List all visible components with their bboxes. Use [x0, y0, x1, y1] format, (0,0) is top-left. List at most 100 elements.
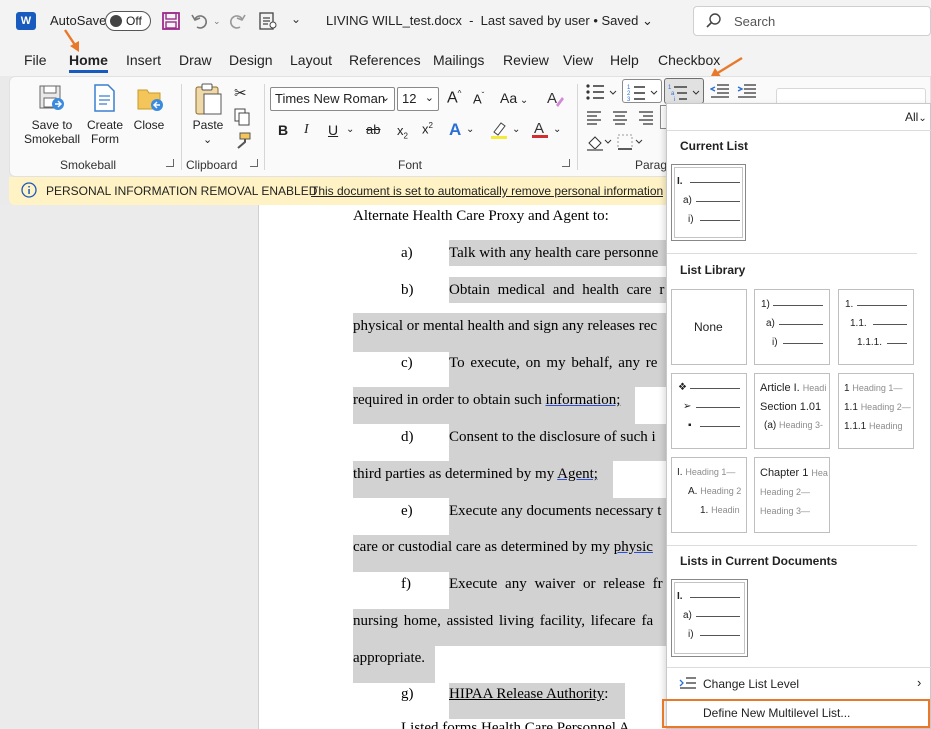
level-2-label: Section 1.01 [760, 401, 822, 413]
quick-access-more-icon[interactable]: ⌄ [291, 12, 301, 26]
list-style-article-section[interactable]: Article I. Headi Section 1.01 (a) Headin… [754, 373, 830, 449]
italic-button[interactable]: I [304, 122, 309, 138]
create-form-button[interactable]: Create Form [86, 118, 124, 146]
doc-line: nursing home, assisted living facility, … [353, 613, 654, 629]
align-left-icon[interactable] [586, 111, 602, 128]
list-level-line [700, 635, 740, 636]
list-style-decimal[interactable]: 1. 1.1. 1.1.1. [838, 289, 914, 365]
tab-file[interactable]: File [24, 52, 47, 68]
copy-icon[interactable] [234, 108, 250, 129]
chevron-down-icon: ⌄ [380, 92, 390, 104]
list-style-bullets[interactable]: ❖ ➢ ▪ [671, 373, 747, 449]
doc-list-label: b) [401, 282, 414, 298]
tab-view[interactable]: View [563, 52, 593, 68]
doc-link[interactable]: information; [545, 392, 620, 408]
numbering-button[interactable]: 123 [622, 79, 662, 103]
filter-dropdown[interactable]: All⌄ [905, 110, 927, 124]
search-box[interactable]: Search [693, 6, 931, 36]
highlight-color-icon[interactable] [490, 120, 508, 143]
save-icon[interactable] [162, 12, 180, 33]
doc-link[interactable]: Agent; [557, 466, 598, 482]
tab-help[interactable]: Help [610, 52, 639, 68]
tab-mailings[interactable]: Mailings [433, 52, 484, 68]
shrink-font-icon[interactable]: Aˇ [473, 91, 484, 106]
clipboard-launcher-icon[interactable] [250, 159, 258, 167]
define-new-list-label: Define New Multilevel List... [703, 706, 851, 720]
level-3-label: 1.1.1. [857, 337, 883, 348]
format-painter-icon[interactable] [234, 132, 252, 153]
highlight-dropdown-icon[interactable]: ⌄ [512, 124, 520, 135]
change-case-icon[interactable]: Aa ⌄ [500, 90, 528, 106]
smokeball-group-label: Smokeball [60, 158, 117, 172]
font-color-dropdown-icon[interactable]: ⌄ [553, 124, 561, 135]
underline-button[interactable]: U [328, 122, 338, 138]
smokeball-launcher-icon[interactable] [166, 159, 174, 167]
strikethrough-button[interactable]: ab [366, 122, 380, 137]
svg-text:i: i [674, 97, 675, 102]
cut-icon[interactable]: ✂ [234, 84, 247, 102]
align-center-icon[interactable] [612, 111, 628, 128]
font-launcher-icon[interactable] [562, 159, 570, 167]
document-title[interactable]: LIVING WILL_test.docx - Last saved by us… [326, 13, 653, 29]
customize-form-icon[interactable] [258, 11, 278, 34]
font-color-icon[interactable]: A [532, 119, 548, 142]
list-style-heading-decimal[interactable]: 1 Heading 1— 1.1 Heading 2— 1.1.1 Headin… [838, 373, 914, 449]
list-style-none[interactable]: None [671, 289, 747, 365]
doc-line: To execute, on my behalf, any re [449, 355, 658, 371]
paste-icon[interactable] [193, 82, 223, 119]
define-new-multilevel-list-menu-item[interactable]: Define New Multilevel List... [662, 699, 930, 728]
close-button[interactable]: Close [130, 118, 168, 132]
list-style-heading-roman[interactable]: I. Heading 1— A. Heading 2 1. Headin [671, 457, 747, 533]
list-style-paren[interactable]: 1) a) i) [754, 289, 830, 365]
tab-review[interactable]: Review [503, 52, 549, 68]
current-list-tile[interactable]: I. a) i) [671, 164, 746, 241]
save-to-smokeball-button[interactable]: Save to Smokeball [24, 118, 80, 146]
paste-dropdown-icon[interactable]: ⌄ [203, 133, 212, 146]
panel-separator [667, 667, 931, 668]
redo-icon[interactable] [228, 12, 248, 33]
align-right-icon[interactable] [638, 111, 654, 128]
doc-line: required in order to obtain such informa… [353, 392, 621, 408]
subscript-button[interactable]: x2 [397, 123, 408, 141]
doc-list-label: d) [401, 429, 414, 445]
svg-text:3: 3 [627, 97, 631, 102]
undo-dropdown-icon[interactable]: ⌄ [213, 16, 221, 27]
tab-design[interactable]: Design [229, 52, 273, 68]
doc-line: Listed forms Health Care Personnel A [401, 720, 630, 729]
doc-link[interactable]: physic [614, 539, 653, 555]
text-effects-dropdown-icon[interactable]: ⌄ [466, 124, 474, 135]
underline-dropdown-icon[interactable]: ⌄ [346, 124, 354, 135]
borders-icon[interactable] [617, 134, 643, 155]
decrease-indent-icon[interactable] [709, 83, 730, 102]
tab-layout[interactable]: Layout [290, 52, 332, 68]
undo-icon[interactable] [191, 12, 213, 33]
bullets-icon[interactable] [584, 82, 618, 105]
superscript-button[interactable]: x2 [422, 121, 433, 136]
paste-button[interactable]: Paste [190, 118, 226, 132]
increase-indent-icon[interactable] [737, 83, 757, 102]
font-name-dropdown[interactable]: Times New Roman ⌄ [270, 87, 395, 111]
doc-heading-link[interactable]: HIPAA Release Authority [449, 686, 604, 702]
grow-font-icon[interactable]: A^ [447, 89, 461, 107]
close-folder-icon[interactable] [136, 84, 164, 117]
font-size-dropdown[interactable]: 12 ⌄ [397, 87, 439, 111]
bold-button[interactable]: B [278, 122, 288, 138]
shading-icon[interactable] [586, 134, 612, 155]
create-form-icon[interactable] [92, 84, 118, 117]
info-bar-link[interactable]: This document is set to automatically re… [311, 184, 663, 198]
tab-home[interactable]: Home [69, 52, 108, 73]
clear-formatting-icon[interactable]: A [546, 88, 564, 111]
tab-insert[interactable]: Insert [126, 52, 161, 68]
tab-draw[interactable]: Draw [179, 52, 212, 68]
save-to-smokeball-icon[interactable] [38, 84, 66, 117]
autosave-toggle[interactable]: Off [105, 11, 151, 31]
text-effects-icon[interactable]: A [449, 120, 461, 140]
level-3-label: 1.1.1 Heading [844, 421, 903, 432]
list-style-chapter[interactable]: Chapter 1 Hea Heading 2— Heading 3— [754, 457, 830, 533]
panel-separator [667, 130, 931, 131]
multilevel-list-button[interactable]: 1ai [664, 78, 704, 104]
tab-references[interactable]: References [349, 52, 421, 68]
document-list-tile[interactable]: I. a) i) [671, 579, 748, 657]
word-app-icon[interactable]: W [16, 12, 36, 30]
change-list-level-menu-item[interactable]: Change List Level › [667, 672, 931, 696]
